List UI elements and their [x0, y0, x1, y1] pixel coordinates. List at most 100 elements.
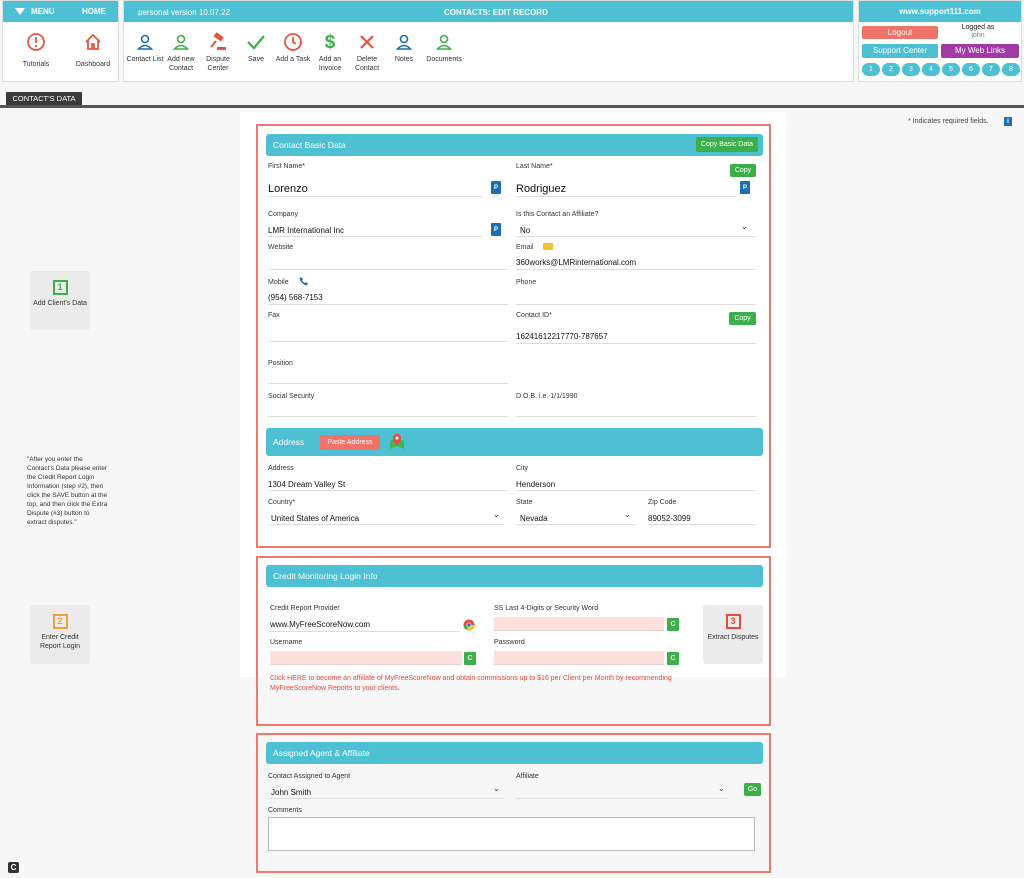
toolbar-panel: personal version 10.07.22 CONTACTS: EDIT… [123, 0, 854, 82]
info-icon[interactable]: i [1004, 117, 1012, 126]
add-contact-label: Add new Contact [167, 56, 195, 72]
site-url: www.support111.com [859, 1, 1021, 22]
affiliate-link[interactable]: Click HERE to become an affiliate of MyF… [270, 674, 760, 694]
person-icon [136, 34, 154, 50]
first-name-input[interactable]: Lorenzo [268, 183, 308, 195]
username-c-button[interactable]: C [464, 652, 476, 665]
notes-label: Notes [394, 56, 414, 63]
step-2-enter-credit-login[interactable]: 2 Enter Credit Report Login [30, 605, 90, 664]
zip-code-input[interactable]: 89052-3099 [648, 514, 691, 523]
delete-contact-button[interactable]: Delete Contact [347, 29, 387, 73]
chevron-down-icon: ⌄ [493, 510, 500, 519]
paste-address-button[interactable]: Paste Address [320, 435, 380, 450]
first-name-p-button[interactable]: P [491, 181, 501, 194]
copy-contact-id-button[interactable]: Copy [729, 312, 756, 325]
home-link[interactable]: HOME [82, 7, 106, 16]
country-underline [268, 524, 504, 525]
comments-textarea[interactable] [268, 817, 755, 851]
city-label: City [516, 465, 529, 472]
copy-last-name-button[interactable]: Copy [730, 164, 756, 177]
assigned-agent-select[interactable]: John Smith [271, 788, 311, 797]
go-button[interactable]: Go [744, 783, 761, 796]
last-name-input[interactable]: Rodriguez [516, 183, 566, 195]
chevron-down-icon: ⌄ [493, 784, 500, 793]
notes-button[interactable]: Notes [384, 29, 424, 64]
ss-last4-c-button[interactable]: C [667, 618, 679, 631]
web-links-button[interactable]: My Web Links [941, 44, 1019, 58]
quick-button-5[interactable]: 5 [942, 63, 960, 76]
city-input[interactable]: Henderson [516, 480, 555, 489]
ss-last4-input[interactable] [494, 617, 664, 631]
password-input[interactable] [494, 651, 664, 665]
save-button[interactable]: Save [236, 29, 276, 64]
step-2-label: Enter Credit Report Login [39, 634, 81, 650]
credit-provider-input[interactable]: www.MyFreeScoreNow.com [270, 620, 370, 629]
envelope-icon[interactable] [543, 243, 553, 250]
fax-label: Fax [268, 312, 280, 319]
assigned-agent-label: Contact Assigned to Agent [268, 773, 351, 780]
company-input[interactable]: LMR International Inc [268, 226, 344, 235]
dob-underline [516, 416, 756, 417]
add-person-icon [172, 34, 190, 50]
menu-triangle-icon [15, 8, 25, 15]
username-label: Username [270, 639, 303, 646]
c-badge-icon[interactable]: C [8, 862, 19, 873]
step-3-extract-disputes[interactable]: 3 Extract Disputes [703, 605, 763, 664]
affiliate-question-select[interactable]: No [520, 226, 530, 235]
quick-button-3[interactable]: 3 [902, 63, 920, 76]
add-invoice-button[interactable]: $ Add an Invoice [310, 29, 350, 73]
page-title: CONTACTS: EDIT RECORD [444, 8, 548, 17]
dashboard-button[interactable]: Dashboard [68, 29, 118, 68]
copy-basic-data-button[interactable]: Copy Basic Data [696, 137, 758, 152]
zip-code-underline [648, 524, 756, 525]
add-task-button[interactable]: Add a Task [273, 29, 313, 64]
email-label: Email [516, 244, 534, 251]
contact-list-button[interactable]: Contact List [125, 29, 165, 64]
state-select[interactable]: Nevada [520, 514, 548, 523]
last-name-underline [516, 196, 736, 197]
step-2-number: 2 [52, 614, 68, 629]
add-contact-button[interactable]: Add new Contact [161, 29, 201, 73]
support-center-button[interactable]: Support Center [862, 44, 938, 58]
quick-button-6[interactable]: 6 [962, 63, 980, 76]
mobile-input[interactable]: (954) 568-7153 [268, 293, 323, 302]
logged-as-label: Logged as [961, 24, 995, 31]
quick-button-4[interactable]: 4 [922, 63, 940, 76]
quick-button-2[interactable]: 2 [882, 63, 900, 76]
mobile-label: Mobile [268, 279, 289, 286]
step-1-add-clients-data[interactable]: 1 Add Client's Data [30, 271, 90, 330]
documents-button[interactable]: Documents [422, 29, 466, 64]
save-label: Save [248, 56, 264, 63]
website-underline [268, 269, 508, 270]
quick-button-7[interactable]: 7 [982, 63, 1000, 76]
last-name-p-button[interactable]: P [740, 181, 750, 194]
ss-last4-label: SS Last 4-Digits or Security Word [494, 605, 599, 612]
company-p-button[interactable]: P [491, 223, 501, 236]
zip-code-label: Zip Code [648, 499, 677, 506]
step-3-label: Extract Disputes [707, 634, 759, 641]
chrome-icon[interactable] [463, 619, 475, 631]
logout-button[interactable]: Logout [862, 26, 938, 39]
map-icon[interactable] [389, 433, 405, 451]
contact-id-input[interactable]: 16241612217770-787657 [516, 332, 608, 341]
tutorials-button[interactable]: Tutorials [11, 29, 61, 68]
password-c-button[interactable]: C [667, 652, 679, 665]
phone-icon[interactable] [299, 276, 309, 286]
dispute-center-button[interactable]: Dispute Center [198, 29, 238, 73]
country-select[interactable]: United States of America [271, 514, 359, 523]
fax-underline [268, 341, 508, 342]
city-underline [516, 490, 756, 491]
quick-button-8[interactable]: 8 [1002, 63, 1020, 76]
username-input[interactable] [270, 651, 462, 665]
chevron-down-icon: ⌄ [624, 510, 631, 519]
email-input[interactable]: 360works@LMRinternational.com [516, 258, 636, 267]
company-label: Company [268, 211, 298, 218]
menu-panel: MENU HOME Tutorials Dashboard [2, 0, 119, 82]
quick-button-1[interactable]: 1 [862, 63, 880, 76]
tab-contacts-data[interactable]: CONTACT'S DATA [6, 92, 82, 106]
menu-button[interactable]: MENU [15, 7, 55, 16]
address-input[interactable]: 1304 Dream Valley St [268, 480, 345, 489]
credit-monitoring-title: Credit Monitoring Login Info [273, 571, 378, 581]
comments-label: Comments [268, 807, 302, 814]
step-1-number: 1 [52, 280, 68, 295]
